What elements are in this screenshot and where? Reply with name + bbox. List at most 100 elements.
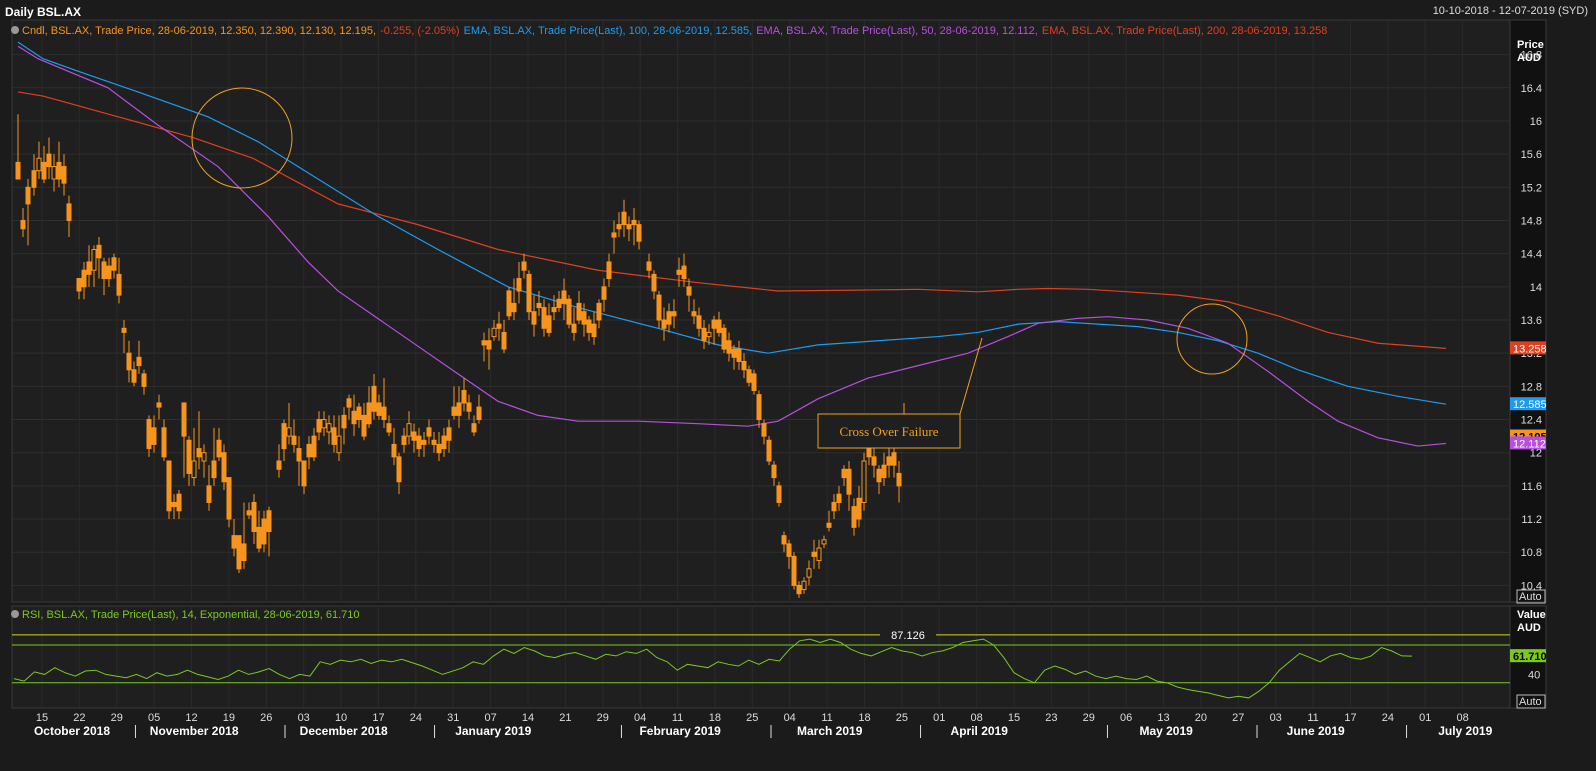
rsi-tick-label: 40 (1528, 669, 1540, 681)
candle-body (41, 161, 47, 180)
candle-body (541, 307, 547, 329)
x-month-label: January 2019 (455, 724, 531, 738)
candle-body (816, 547, 822, 562)
x-day-label: 29 (1083, 712, 1095, 724)
candle-body (246, 510, 252, 516)
candle-body (551, 307, 557, 313)
x-day-label: 04 (634, 712, 646, 724)
candle-body (481, 340, 487, 346)
candle-body (226, 477, 232, 520)
candle-body (591, 323, 597, 338)
price-tick-label: 13.6 (1521, 315, 1542, 327)
legend-candle-change: -0.255, (-2.05%) (380, 25, 459, 37)
candle-body (241, 543, 247, 562)
candle-body (871, 456, 877, 466)
candle-body (106, 265, 112, 280)
x-day-label: 20 (1195, 712, 1207, 724)
x-day-label: 15 (1008, 712, 1020, 724)
candle-body (251, 501, 257, 532)
candle-body (646, 261, 652, 271)
candle-body (791, 555, 797, 586)
candle-body (686, 286, 692, 296)
candle-body (86, 261, 92, 275)
candle-body (171, 501, 177, 508)
candle-body (846, 468, 852, 495)
candle-body (841, 468, 847, 479)
candle-body (751, 373, 757, 392)
candle-body (126, 352, 132, 371)
candle-body (146, 419, 152, 450)
candle-body (501, 331, 507, 350)
candle-body (571, 323, 577, 333)
rsi-axis-unit: AUD (1517, 622, 1541, 634)
candle-body (381, 406, 387, 421)
candle-body (576, 302, 582, 321)
x-month-label: November 2018 (150, 724, 239, 738)
candle-body (886, 456, 892, 466)
x-day-label: 17 (1344, 712, 1356, 724)
price-axis-title: Price (1517, 39, 1544, 51)
candle-body (161, 427, 167, 458)
chart-window: 16.816.41615.615.214.814.41413.613.212.8… (0, 0, 1596, 771)
x-day-label: 24 (1382, 712, 1394, 724)
candle-body (56, 161, 62, 180)
candle-body (466, 402, 472, 412)
rsi-auto-label: Auto (1519, 696, 1542, 708)
price-tick-label: 11.6 (1521, 481, 1542, 493)
candle-body (756, 394, 762, 421)
candle-body (411, 431, 417, 441)
x-month-label: March 2019 (797, 724, 863, 738)
x-day-label: 26 (260, 712, 272, 724)
candle-body (236, 535, 242, 570)
candle-body (456, 402, 462, 416)
candle-body (81, 269, 87, 288)
candle-body (881, 464, 887, 479)
candle-body (221, 452, 227, 483)
candle-body (446, 427, 452, 441)
price-tick-label: 15.2 (1521, 182, 1542, 194)
x-day-label: 24 (410, 712, 422, 724)
candle-body (506, 290, 512, 317)
candle-body (231, 535, 237, 549)
candle-body (361, 414, 367, 437)
candle-body (346, 398, 352, 408)
rsi-panel (11, 605, 1511, 709)
candle-body (211, 460, 217, 479)
candle-body (726, 340, 732, 354)
candle-body (416, 435, 422, 450)
candle-body (701, 327, 707, 342)
candle-body (15, 161, 21, 180)
candle-body (131, 369, 137, 383)
candle-body (746, 369, 752, 383)
candle-body (526, 273, 532, 313)
x-day-label: 11 (672, 712, 683, 724)
candle-body (321, 419, 327, 429)
candle-body (826, 522, 832, 528)
candle-body (621, 211, 627, 226)
candle-body (531, 311, 537, 325)
x-day-label: 23 (1045, 712, 1057, 724)
rsi-legend-toggle-icon (11, 610, 19, 618)
price-tick-label: 10.8 (1521, 547, 1542, 559)
legend-toggle-icon (11, 26, 19, 34)
candle-body (186, 439, 192, 474)
candle-body (896, 472, 902, 487)
candle-body (76, 278, 82, 292)
candle-body (371, 385, 377, 412)
candle-body (801, 580, 807, 591)
candle-body (441, 435, 447, 450)
candle-body (141, 373, 147, 387)
candle-body (20, 219, 26, 230)
x-day-label: 07 (484, 712, 496, 724)
candle-body (421, 439, 427, 445)
candle-body (836, 493, 842, 503)
price-tick-label: 14 (1530, 282, 1542, 294)
x-day-label: 29 (597, 712, 609, 724)
candle-body (636, 224, 642, 242)
candle-body (96, 244, 102, 259)
candle-body (861, 460, 867, 503)
candle-body (601, 286, 607, 300)
candle-body (436, 443, 442, 454)
x-day-label: 10 (335, 712, 347, 724)
x-day-label: 17 (372, 712, 384, 724)
